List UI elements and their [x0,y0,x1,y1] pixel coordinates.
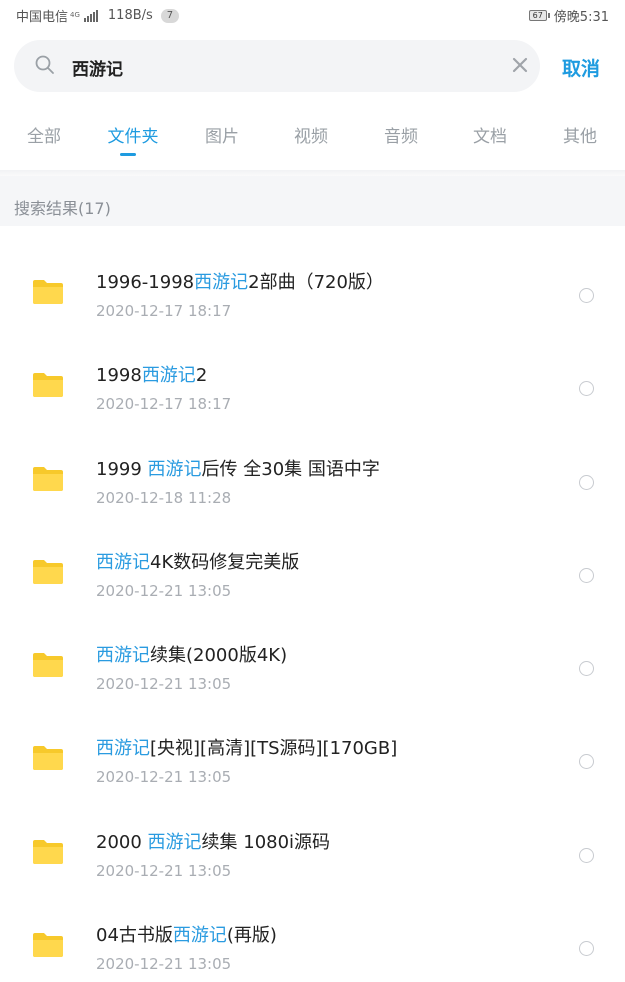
cancel-button[interactable]: 取消 [562,54,600,81]
radio-circle-icon[interactable] [579,381,594,397]
search-query-text[interactable]: 西游记 [72,55,123,80]
category-tabs: 全部 文件夹 图片 视频 音频 文档 其他 [0,122,625,162]
name-match-highlight: 西游记 [194,272,249,293]
name-suffix: 续集 1080i源码 [201,831,331,853]
radio-circle-icon[interactable] [579,661,594,677]
name-match-highlight: 西游记 [172,925,227,947]
folder-name: 04古书版西游记(再版) [96,921,277,947]
tab-label: 全部 [27,127,61,147]
list-item[interactable]: 2000 西游记续集 1080i源码 2020-12-21 13:05 [0,786,625,880]
radio-circle-icon[interactable] [579,754,594,770]
search-input[interactable]: 西游记 [14,40,540,92]
folder-date: 2020-12-21 13:05 [96,861,232,880]
status-left: 中国电信 4G 118B/s 7 [16,6,180,25]
name-prefix: 2000 [96,831,148,853]
list-item[interactable]: 1999 西游记后传 全30集 国语中字 2020-12-18 11:28 [0,413,625,507]
tab-all[interactable]: 全部 [4,122,84,147]
notification-count-badge: 7 [160,8,180,23]
name-suffix: 续集(2000版4K) [150,645,288,667]
radio-circle-icon[interactable] [579,288,594,303]
tab-label: 图片 [205,127,239,147]
folder-name: 西游记4K数码修复完美版 [96,548,299,574]
name-match-highlight: 西游记 [147,458,202,480]
results-header: 搜索结果(17) [0,176,625,226]
name-prefix: 1996-1998 [96,272,195,293]
name-suffix: 2 [195,365,208,387]
clock: 傍晚5:31 [553,10,609,25]
tab-label: 文档 [473,127,507,147]
folder-name: 1999 西游记后传 全30集 国语中字 [96,455,380,481]
tab-documents[interactable]: 文档 [450,122,530,147]
name-match-highlight: 西游记 [141,365,196,387]
tab-others[interactable]: 其他 [540,122,620,147]
folder-name: 1998西游记2 [96,361,207,387]
signal-icon [83,9,98,22]
list-item[interactable]: 04古书版西游记(再版) 2020-12-21 13:05 [0,879,625,974]
folder-date: 2020-12-17 18:17 [96,302,232,320]
radio-circle-icon[interactable] [579,474,594,490]
name-match-highlight: 西游记 [147,831,202,853]
folder-date: 2020-12-17 18:17 [96,395,232,414]
tab-audio[interactable]: 音频 [361,122,441,147]
folder-date: 2020-12-21 13:05 [96,675,232,694]
tab-label: 其他 [563,127,597,147]
name-suffix: 2部曲（720版） [248,272,384,293]
name-suffix: (再版) [226,925,277,947]
folder-date: 2020-12-21 13:05 [96,955,232,974]
tab-videos[interactable]: 视频 [271,122,351,147]
radio-circle-icon[interactable] [579,847,594,863]
tab-folders[interactable]: 文件夹 [93,122,173,156]
close-icon[interactable] [511,56,529,74]
battery-level: 67 [528,10,547,21]
folder-date: 2020-12-18 11:28 [96,488,232,507]
list-item[interactable]: 西游记续集(2000版4K) 2020-12-21 13:05 [0,599,625,694]
name-prefix: 1999 [96,458,148,480]
folder-date: 2020-12-21 13:05 [96,768,232,787]
radio-circle-icon[interactable] [579,941,594,957]
name-suffix: 后传 全30集 国语中字 [201,458,380,480]
tab-images[interactable]: 图片 [182,122,262,147]
folder-icon [33,933,63,958]
name-match-highlight: 西游记 [96,551,150,573]
folder-icon [33,839,63,864]
network-type-badge: 4G [70,11,80,19]
list-item[interactable]: 1996-1998西游记2部曲（720版） 2020-12-17 18:17 [0,226,625,320]
folder-date: 2020-12-21 13:05 [96,581,232,600]
folder-name: 西游记续集(2000版4K) [96,641,287,667]
results-count-label: 搜索结果(17) [14,199,111,218]
tab-label: 视频 [294,127,328,147]
search-icon [35,55,54,74]
carrier-label: 中国电信 [16,10,69,25]
folder-icon [33,559,63,584]
network-speed: 118B/s [107,8,153,23]
results-list: 1996-1998西游记2部曲（720版） 2020-12-17 18:17 199… [0,226,625,974]
list-item[interactable]: 1998西游记2 2020-12-17 18:17 [0,319,625,414]
list-item[interactable]: 西游记4K数码修复完美版 2020-12-21 13:05 [0,506,625,600]
status-bar: 中国电信 4G 118B/s 7 67 傍晚5:31 [0,0,625,30]
folder-name: 西游记[央视][高清][TS源码][170GB] [96,734,397,760]
name-match-highlight: 西游记 [96,738,150,760]
battery-icon: 67 [528,10,550,21]
name-suffix: 4K数码修复完美版 [150,551,300,573]
active-tab-indicator [120,153,136,156]
name-match-highlight: 西游记 [96,645,150,667]
folder-icon [33,653,63,678]
name-prefix: 1998 [96,365,142,387]
folder-icon [33,280,63,304]
tab-label: 音频 [384,127,418,147]
folder-icon [33,373,63,398]
folder-icon [33,746,63,771]
name-suffix: [央视][高清][TS源码][170GB] [150,738,398,760]
folder-icon [33,466,63,491]
name-prefix: 04古书版 [96,925,173,947]
radio-circle-icon[interactable] [579,567,594,583]
status-right: 67 傍晚5:31 [528,6,609,25]
list-item[interactable]: 西游记[央视][高清][TS源码][170GB] 2020-12-21 13:05 [0,692,625,787]
folder-name: 2000 西游记续集 1080i源码 [96,828,330,854]
tab-label: 文件夹 [107,127,159,147]
folder-name: 1996-1998西游记2部曲（720版） [96,268,384,294]
